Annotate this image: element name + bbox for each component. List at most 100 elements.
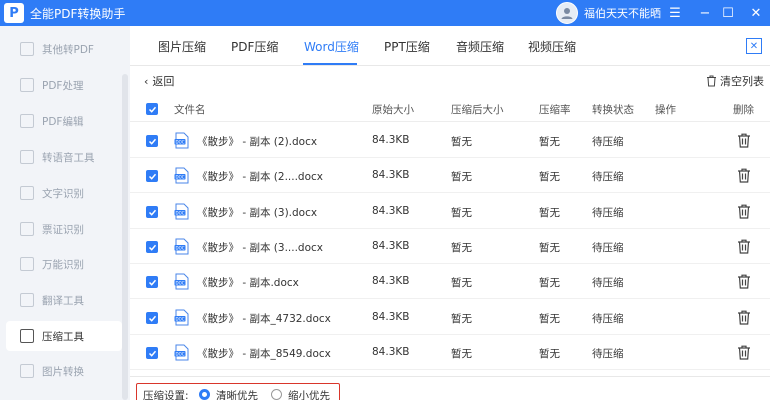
table-row[interactable]: DOC 《散步》 - 副本.docx 84.3KB 暂无 暂无 待压缩	[130, 264, 770, 299]
tab-image-compress[interactable]: 图片压缩	[158, 38, 206, 55]
scan-icon	[20, 257, 34, 271]
table-header: 文件名 原始大小 压缩后大小 压缩率 转换状态 操作 删除	[130, 96, 770, 122]
radio-label-size-first[interactable]: 缩小优先	[288, 388, 330, 400]
compressed-size: 暂无	[451, 136, 472, 148]
header-filename: 文件名	[174, 104, 206, 116]
tab-word-compress[interactable]: Word压缩	[304, 38, 359, 55]
sidebar-item-compress[interactable]: 压缩工具	[6, 321, 122, 351]
tab-ppt-compress[interactable]: PPT压缩	[384, 38, 430, 55]
original-size: 84.3KB	[372, 346, 410, 358]
tab-video-compress[interactable]: 视频压缩	[528, 38, 576, 55]
compression-ratio: 暂无	[539, 207, 560, 219]
user-name[interactable]: 福伯天天不能晒	[584, 5, 661, 21]
svg-text:DOC: DOC	[176, 140, 185, 145]
trash-icon	[707, 75, 716, 87]
radio-size-first[interactable]	[271, 389, 282, 400]
sidebar-item-universal-scan[interactable]: 万能识别	[6, 249, 122, 279]
chevron-left-icon: ‹	[144, 74, 149, 88]
trash-icon[interactable]	[737, 168, 751, 183]
header-status: 转换状态	[592, 104, 634, 116]
sidebar-item-pdf-process[interactable]: PDF处理	[6, 70, 122, 100]
trash-icon[interactable]	[737, 133, 751, 148]
sidebar-scrollbar[interactable]	[122, 74, 128, 400]
original-size: 84.3KB	[372, 169, 410, 181]
sidebar-item-ticket[interactable]: 票证识别	[6, 214, 122, 244]
trash-icon[interactable]	[737, 239, 751, 254]
user-account[interactable]: 福伯天天不能晒	[556, 2, 661, 24]
row-checkbox[interactable]	[146, 347, 158, 359]
trash-icon[interactable]	[737, 204, 751, 219]
close-icon[interactable]: ✕	[746, 38, 762, 54]
status-text: 待压缩	[592, 207, 624, 219]
table-row[interactable]: DOC 《散步》 - 副本 (2).docx 84.3KB 暂无 暂无 待压缩	[130, 123, 770, 158]
row-checkbox[interactable]	[146, 170, 158, 182]
sidebar-item-pdf-edit[interactable]: PDF编辑	[6, 106, 122, 136]
sidebar-item-other-to-pdf[interactable]: 其他转PDF	[6, 34, 122, 64]
main-panel: 图片压缩 PDF压缩 Word压缩 PPT压缩 音频压缩 视频压缩 ✕ ‹ 返回…	[130, 26, 770, 400]
check-icon	[148, 138, 156, 145]
check-icon	[148, 279, 156, 286]
check-icon	[148, 315, 156, 322]
compression-ratio: 暂无	[539, 136, 560, 148]
table-row[interactable]: DOC 《散步》 - 副本 (3....docx 84.3KB 暂无 暂无 待压…	[130, 229, 770, 264]
sidebar-item-translate[interactable]: 翻译工具	[6, 285, 122, 315]
row-checkbox[interactable]	[146, 206, 158, 218]
menu-button[interactable]: ☰	[661, 0, 689, 26]
row-checkbox[interactable]	[146, 312, 158, 324]
title-bar: P 全能PDF转换助手 福伯天天不能晒 ☰ − ☐ ✕	[0, 0, 770, 26]
svg-text:DOC: DOC	[176, 317, 185, 322]
sidebar: 其他转PDF PDF处理 PDF编辑 转语音工具 文字识别 票证识别 万能识别 …	[0, 26, 130, 400]
check-icon	[148, 350, 156, 357]
sidebar-item-label: 文字识别	[42, 187, 84, 200]
row-checkbox[interactable]	[146, 276, 158, 288]
back-label: 返回	[152, 75, 175, 88]
row-checkbox[interactable]	[146, 135, 158, 147]
docx-file-icon: DOC	[174, 309, 189, 326]
table-row[interactable]: DOC 《散步》 - 副本 (3).docx 84.3KB 暂无 暂无 待压缩	[130, 194, 770, 229]
sidebar-item-label: 翻译工具	[42, 294, 84, 307]
compressed-size: 暂无	[451, 207, 472, 219]
sidebar-item-label: 票证识别	[42, 223, 84, 236]
docx-file-icon: DOC	[174, 132, 189, 149]
header-compressed-size: 压缩后大小	[451, 104, 504, 116]
tab-audio-compress[interactable]: 音频压缩	[456, 38, 504, 55]
close-button[interactable]: ✕	[742, 0, 770, 26]
avatar[interactable]	[556, 2, 578, 24]
compressed-size: 暂无	[451, 242, 472, 254]
select-all-checkbox[interactable]	[146, 103, 158, 115]
sidebar-item-voice[interactable]: 转语音工具	[6, 142, 122, 172]
compression-ratio: 暂无	[539, 171, 560, 183]
header-delete: 删除	[733, 104, 754, 116]
svg-text:DOC: DOC	[176, 211, 185, 216]
check-icon	[148, 209, 156, 216]
active-tab-indicator	[303, 63, 357, 65]
image-convert-icon	[20, 364, 34, 378]
check-icon	[148, 173, 156, 180]
table-row[interactable]: DOC 《散步》 - 副本 (2....docx 84.3KB 暂无 暂无 待压…	[130, 158, 770, 193]
compression-ratio: 暂无	[539, 277, 560, 289]
back-button[interactable]: ‹ 返回	[144, 73, 174, 89]
compressed-size: 暂无	[451, 348, 472, 360]
table-row[interactable]: DOC 《散步》 - 副本_4732.docx 84.3KB 暂无 暂无 待压缩	[130, 300, 770, 335]
original-size: 84.3KB	[372, 311, 410, 323]
table-row[interactable]: DOC 《散步》 - 副本_8549.docx 84.3KB 暂无 暂无 待压缩	[130, 335, 770, 370]
clear-list-button[interactable]: 清空列表	[706, 73, 764, 89]
docx-file-icon: DOC	[174, 203, 189, 220]
radio-clarity-first[interactable]	[199, 389, 210, 400]
radio-label-clarity-first[interactable]: 清晰优先	[216, 388, 258, 400]
trash-icon[interactable]	[737, 310, 751, 325]
sidebar-item-label: 转语音工具	[42, 151, 95, 164]
sidebar-item-image-convert[interactable]: 图片转换	[6, 356, 122, 386]
compressed-size: 暂无	[451, 313, 472, 325]
trash-icon[interactable]	[737, 274, 751, 289]
compression-ratio: 暂无	[539, 242, 560, 254]
tab-bar: 图片压缩 PDF压缩 Word压缩 PPT压缩 音频压缩 视频压缩 ✕	[130, 26, 770, 66]
tab-pdf-compress[interactable]: PDF压缩	[231, 38, 278, 55]
docx-file-icon: DOC	[174, 238, 189, 255]
row-checkbox[interactable]	[146, 241, 158, 253]
maximize-button[interactable]: ☐	[714, 0, 742, 26]
trash-icon[interactable]	[737, 345, 751, 360]
status-text: 待压缩	[592, 277, 624, 289]
status-text: 待压缩	[592, 171, 624, 183]
sidebar-item-ocr[interactable]: 文字识别	[6, 178, 122, 208]
